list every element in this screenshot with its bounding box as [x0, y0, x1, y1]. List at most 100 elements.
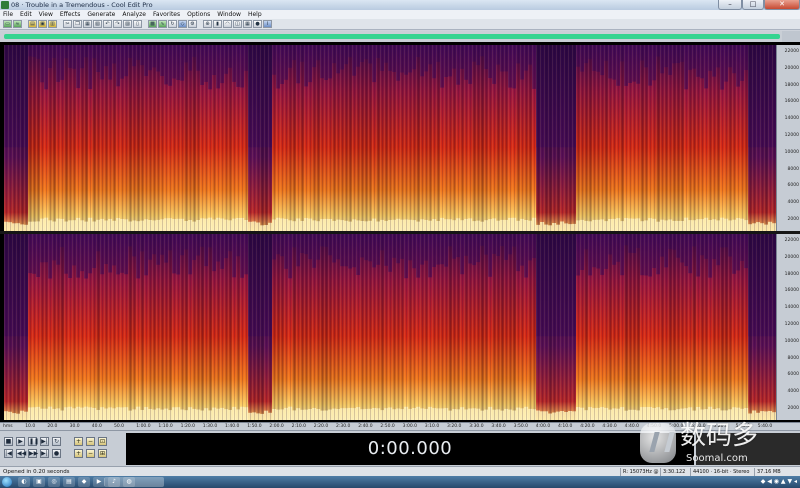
watermark-logo-icon — [640, 423, 676, 463]
frequency-tick-label: 2000 — [787, 217, 799, 222]
frequency-tick-label: 20000 — [784, 65, 799, 71]
loop-icon[interactable]: ↻ — [168, 20, 177, 28]
title-bar: 08 · Trouble in a Tremendous - Cool Edit… — [0, 0, 800, 10]
zoom-selection-icon[interactable]: ⊞ — [98, 449, 107, 458]
status-cursor: R: 15073Hz @ — [620, 468, 660, 476]
frequency-tick-label: 2000 — [787, 406, 799, 411]
menu-view[interactable]: View — [39, 10, 53, 19]
rewind-icon[interactable]: ◀◀ — [16, 449, 26, 458]
go-end-icon[interactable]: ▶| — [40, 449, 49, 458]
zoom-out-horizontal-icon[interactable]: − — [86, 437, 95, 446]
trim-icon[interactable]: ▨ — [123, 20, 132, 28]
menu-generate[interactable]: Generate — [87, 10, 115, 19]
overview-scroll[interactable] — [782, 31, 800, 42]
taskbar-app-icon[interactable]: ◆ — [78, 477, 90, 487]
frequency-tick-label: 10000 — [784, 149, 799, 155]
zoom-in-vertical-icon[interactable]: + — [74, 449, 83, 458]
open-icon[interactable]: ▤ — [28, 20, 37, 28]
active-task[interactable] — [104, 477, 164, 487]
record-icon[interactable]: ● — [52, 449, 61, 458]
folder-icon[interactable]: ▥ — [48, 20, 57, 28]
frequency-tick-label: 14000 — [784, 116, 799, 122]
frequency-tick-label: 14000 — [784, 305, 799, 311]
frequency-tick-label: 6000 — [787, 183, 799, 189]
play-icon[interactable]: ▶ — [16, 437, 25, 446]
zoom-full-icon[interactable]: ⊡ — [98, 437, 107, 446]
taskbar: ◐ ▣ ◎ ▤ ◆ ▶ ♪ ◍ ◆ ◀ ◉ ▲ ▼ ◂ — [0, 476, 800, 488]
frequency-tick-label: 12000 — [784, 133, 799, 138]
cool-edit-window: 08 · Trouble in a Tremendous - Cool Edit… — [0, 0, 800, 488]
menu-window[interactable]: Window — [217, 10, 241, 19]
filter-icon[interactable]: ◫ — [233, 20, 242, 28]
frequency-tick-label: 18000 — [784, 82, 799, 88]
spectral-view[interactable]: 22000 20000 18000 16000 14000 12000 10000 8000 6… — [0, 42, 800, 430]
info-icon[interactable]: i — [263, 20, 272, 28]
menu-options[interactable]: Options — [187, 10, 210, 19]
right-channel-spectrogram[interactable] — [4, 234, 776, 420]
menu-file[interactable]: File — [3, 10, 13, 19]
envelope-icon[interactable]: ◠ — [223, 20, 232, 28]
menu-favorites[interactable]: Favorites — [153, 10, 180, 19]
taskbar-app-icon[interactable]: ▣ — [33, 477, 45, 487]
noise-icon[interactable]: ▦ — [243, 20, 252, 28]
menu-help[interactable]: Help — [248, 10, 262, 19]
frequency-tick-label: 18000 — [784, 271, 799, 277]
copy-icon[interactable]: ❐ — [73, 20, 82, 28]
maximize-button[interactable]: □ — [742, 0, 764, 10]
window-title: 08 · Trouble in a Tremendous - Cool Edit… — [11, 1, 153, 9]
frequency-tick-label: 22000 — [784, 238, 799, 243]
stop-icon[interactable]: ■ — [4, 437, 13, 446]
taskbar-app-icon[interactable]: ◐ — [18, 477, 30, 487]
undo-icon[interactable]: ↶ — [103, 20, 112, 28]
toolbar: ▭ ≈ ▤ ▣ ▥ ✂ ❐ ▦ ▧ ↶ ↷ ▨ ▯ ▩ ∿ ↻ ◇ ⚙ ⊕ ▮ ◠ ◫ ▦ ● i — [0, 19, 800, 30]
zoom-icon[interactable]: ⊕ — [203, 20, 212, 28]
menu-analyze[interactable]: Analyze — [122, 10, 146, 19]
toolbar-separator — [143, 20, 147, 28]
cut-icon[interactable]: ✂ — [63, 20, 72, 28]
mode-icon[interactable]: ▭ — [3, 20, 12, 28]
cue-icon[interactable]: ◇ — [178, 20, 187, 28]
waveform-icon[interactable]: ≈ — [13, 20, 22, 28]
time-display: 0:00.000 — [126, 433, 694, 465]
system-tray: ◆ ◀ ◉ ▲ ▼ ◂ — [760, 478, 797, 485]
frequency-tick-label: 22000 — [784, 49, 799, 54]
frequency-tick-label: 10000 — [784, 338, 799, 344]
start-button-icon[interactable] — [2, 477, 12, 487]
taskbar-app-icon[interactable]: ▤ — [63, 477, 75, 487]
settings-icon[interactable]: ⚙ — [188, 20, 197, 28]
mix-paste-icon[interactable]: ▧ — [93, 20, 102, 28]
fast-forward-icon[interactable]: ▶▶ — [28, 449, 38, 458]
loop-play-icon[interactable]: ↻ — [52, 437, 61, 446]
go-start-icon[interactable]: |◀ — [4, 449, 13, 458]
silence-icon[interactable]: ▯ — [133, 20, 142, 28]
pause-icon[interactable]: ❚❚ — [28, 437, 39, 446]
spectral-view-icon[interactable]: ▩ — [148, 20, 157, 28]
frequency-tick-label: 6000 — [787, 372, 799, 378]
play-to-end-icon[interactable]: ▶| — [40, 437, 49, 446]
toolbar-separator — [58, 20, 62, 28]
wave-view-icon[interactable]: ∿ — [158, 20, 167, 28]
redo-icon[interactable]: ↷ — [113, 20, 122, 28]
record-icon[interactable]: ● — [253, 20, 262, 28]
minimize-button[interactable]: – — [718, 0, 742, 10]
left-channel-spectrogram[interactable] — [4, 45, 776, 231]
overview-bar[interactable] — [4, 34, 780, 39]
mark-icon[interactable]: ▮ — [213, 20, 222, 28]
frequency-tick-label: 20000 — [784, 254, 799, 260]
watermark-english: Soomal.com — [686, 453, 748, 464]
menu-effects[interactable]: Effects — [60, 10, 80, 19]
close-button[interactable]: ✕ — [764, 0, 800, 10]
status-format: 44100 · 16-bit · Stereo — [690, 468, 754, 476]
zoom-in-horizontal-icon[interactable]: + — [74, 437, 83, 446]
zoom-out-vertical-icon[interactable]: − — [86, 449, 95, 458]
taskbar-app-icon[interactable]: ◎ — [48, 477, 60, 487]
overview-area — [0, 31, 800, 42]
status-position: 3:30.122 — [660, 468, 690, 476]
frequency-tick-label: 12000 — [784, 322, 799, 327]
left-channel-svg — [4, 45, 776, 231]
paste-icon[interactable]: ▦ — [83, 20, 92, 28]
menu-edit[interactable]: Edit — [20, 10, 32, 19]
save-icon[interactable]: ▣ — [38, 20, 47, 28]
frequency-tick-label: 16000 — [784, 99, 799, 105]
watermark: 数码多 Soomal.com — [636, 419, 800, 471]
